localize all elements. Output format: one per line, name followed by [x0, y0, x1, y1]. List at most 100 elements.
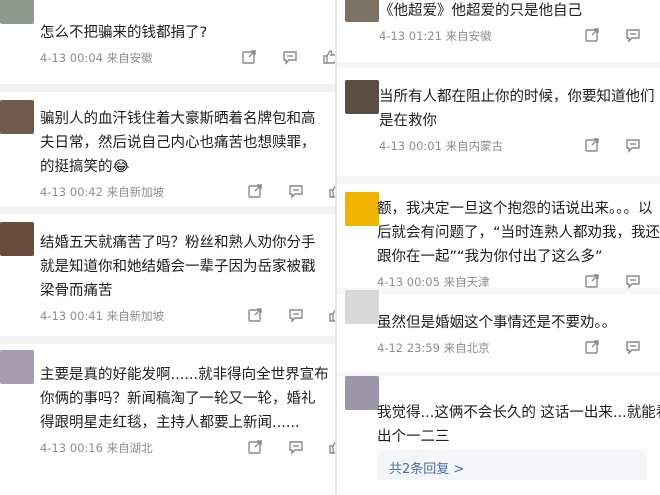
share-button[interactable] [240, 48, 257, 65]
comment-icon [625, 339, 641, 355]
share-button[interactable] [583, 26, 600, 43]
separator [0, 336, 335, 344]
comment-text-line: 怎么不把骗来的钱都捐了? [40, 25, 208, 41]
comment-icon [282, 49, 298, 65]
comment-time: 00:41 [69, 309, 103, 323]
comment-meta: 4-13 00:05 来自天津 [377, 274, 490, 290]
comment-button[interactable] [287, 306, 304, 323]
comment-time: 00:16 [69, 441, 103, 455]
comment-text-line: 当所有人都在阻止你的时候，你要知道他们 [379, 89, 655, 105]
avatar[interactable] [345, 80, 379, 114]
like-button[interactable] [322, 48, 335, 65]
separator [0, 84, 335, 92]
comment-text-line: 后就会有问题了，“当时连熟人都劝我，我还 [377, 225, 660, 241]
share-button[interactable] [246, 438, 263, 455]
avatar[interactable] [345, 0, 379, 22]
comment-button[interactable] [624, 136, 641, 153]
comment-button[interactable] [624, 26, 641, 43]
comment-meta: 4-13 00:01 来自内蒙古 [379, 138, 503, 154]
view-replies-link[interactable]: 共2条回复 > [389, 458, 464, 477]
share-icon [584, 273, 600, 289]
comment-text-line: 结婚五天就痛苦了吗？粉丝和熟人劝你分手 [40, 235, 316, 251]
comment-meta: 4-13 01:21 来自安徽 [379, 28, 492, 44]
comment-date: 4-13 [377, 275, 404, 289]
comment-actions: 95 [583, 272, 660, 289]
comment-icon [288, 307, 304, 323]
like-icon [328, 183, 335, 199]
avatar[interactable] [345, 376, 379, 410]
comment-date: 4-13 [40, 441, 67, 455]
comment-text-line: 出个一二三 [377, 429, 450, 445]
comment-text-line: 你俩的事吗？新闻稿淘了一轮又一轮，婚礼 [40, 391, 316, 407]
comment-text-line: 的挺搞笑的😂 [40, 159, 130, 175]
comment-meta: 4-13 00:04 来自安徽 [40, 50, 153, 66]
like-icon [328, 307, 335, 323]
share-icon [241, 49, 257, 65]
comment-button[interactable] [624, 338, 641, 355]
comment-text-line: 得跟明星走红毯，主持人都要上新闻...... [40, 415, 300, 431]
share-button[interactable] [246, 306, 263, 323]
comment-time: 00:04 [69, 51, 103, 65]
comment-icon [625, 27, 641, 43]
comment-text-line: 就是知道你和她结婚会一辈子因为岳家被戳 [40, 259, 316, 275]
share-button[interactable] [583, 136, 600, 153]
comment-text-line: 骗别人的血汗钱住着大豪斯晒着名牌包和高 [40, 111, 316, 127]
comment-text-line: 跟你在一起”“我为你付出了这么多” [377, 249, 603, 265]
comment-text-line: 主要是真的好能发啊......就非得向全世界宣布 [40, 367, 329, 383]
comment-location: 来自内蒙古 [445, 139, 504, 153]
comment-text-line: 额，我决定一旦这个抱怨的话说出来。。。以 [377, 201, 653, 217]
comment-location: 来自新加坡 [106, 309, 165, 323]
comment-text-line: 夫日常，然后说自己内心也痛苦也想赎罪， [40, 135, 316, 151]
comment-date: 4-13 [40, 185, 67, 199]
separator [0, 206, 335, 214]
comment-item: 《他超爱》他超爱的只是他自己 4-13 01:21 来自安徽 [337, 0, 660, 62]
comment-date: 4-13 [379, 139, 406, 153]
avatar[interactable] [0, 350, 34, 384]
comment-location: 来自天津 [443, 275, 490, 289]
comment-time: 00:05 [406, 275, 440, 289]
comment-item: 骗别人的血汗钱住着大豪斯晒着名牌包和高 夫日常，然后说自己内心也痛苦也想赎罪， 的挺… [0, 92, 335, 206]
comment-actions [240, 48, 335, 65]
comment-button[interactable] [287, 182, 304, 199]
comment-meta: 4-13 00:42 来自新加坡 [40, 184, 164, 200]
like-icon [322, 49, 335, 65]
comment-button[interactable] [287, 438, 304, 455]
avatar[interactable] [0, 222, 34, 256]
comment-actions: 68 [583, 338, 660, 355]
comment-time: 23:59 [406, 341, 440, 355]
comment-item: 结婚五天就痛苦了吗？粉丝和熟人劝你分手 就是知道你和她结婚会一辈子因为岳家被戳 梁骨… [0, 214, 335, 334]
share-icon [247, 307, 263, 323]
share-button[interactable] [583, 338, 600, 355]
comment-actions: 178 [583, 136, 660, 153]
comment-text-line: 我觉得...这俩不会长久的 这话一出来...就能看 [377, 405, 660, 421]
comment-text-line: 梁骨而痛苦 [40, 283, 113, 299]
right-screenshot: 《他超爱》他超爱的只是他自己 4-13 01:21 来自安徽当所有人都在阻止你的时… [337, 0, 660, 495]
like-button[interactable] [328, 306, 335, 323]
comment-time: 00:42 [69, 185, 103, 199]
share-button[interactable] [583, 272, 600, 289]
comment-text-line: 《他超爱》他超爱的只是他自己 [379, 3, 582, 19]
comment-meta: 4-12 23:59 来自北京 [377, 340, 490, 356]
comment-item: 当所有人都在阻止你的时候，你要知道他们是在救你 4-13 00:01 来自内蒙古 1… [337, 68, 660, 176]
avatar[interactable] [345, 192, 379, 226]
avatar[interactable] [0, 0, 34, 24]
comment-button[interactable] [281, 48, 298, 65]
like-button[interactable] [328, 438, 335, 455]
avatar[interactable] [0, 100, 34, 134]
comment-item: 额，我决定一旦这个抱怨的话说出来。。。以 后就会有问题了，“当时连熟人都劝我，我还… [337, 184, 660, 290]
share-icon [247, 183, 263, 199]
comment-meta: 4-13 00:41 来自新加坡 [40, 308, 164, 324]
share-icon [584, 137, 600, 153]
comment-icon [625, 273, 641, 289]
comment-actions [583, 26, 660, 43]
like-button[interactable] [328, 182, 335, 199]
comment-meta: 4-13 00:16 来自湖北 [40, 440, 153, 456]
share-button[interactable] [246, 182, 263, 199]
share-icon [247, 439, 263, 455]
comment-button[interactable] [624, 272, 641, 289]
comment-date: 4-13 [379, 29, 406, 43]
avatar[interactable] [345, 290, 379, 324]
comment-location: 来自北京 [443, 341, 490, 355]
comment-item: 主要是真的好能发啊......就非得向全世界宣布 你俩的事吗？新闻稿淘了一轮又一轮… [0, 342, 335, 467]
like-icon [328, 439, 335, 455]
